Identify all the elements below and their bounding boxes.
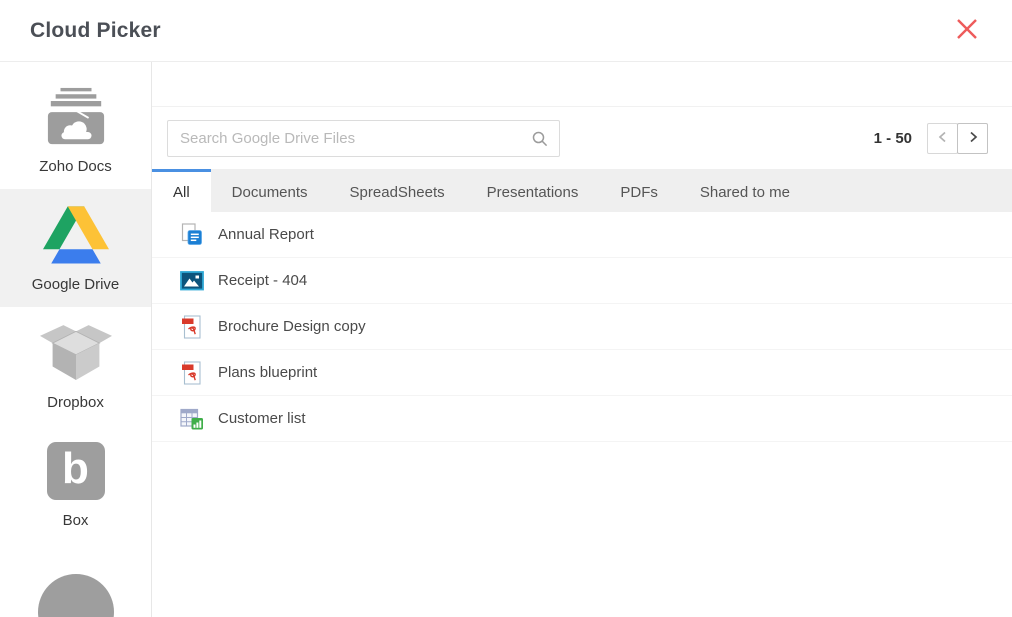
search-box — [167, 120, 560, 157]
sidebar-item-label: Dropbox — [47, 394, 104, 411]
dialog-body: Zoho Docs Google Drive — [0, 62, 1012, 617]
tab-documents[interactable]: Documents — [211, 169, 329, 212]
file-picker-main: 1 - 50 All — [152, 62, 1012, 617]
tab-shared-to-me[interactable]: Shared to me — [679, 169, 811, 212]
tab-presentations[interactable]: Presentations — [466, 169, 600, 212]
previous-page-button[interactable] — [927, 123, 958, 154]
magnifier-icon — [531, 130, 549, 153]
onedrive-cloud-circle-icon — [38, 570, 114, 617]
sidebar-item-box[interactable]: b Box — [0, 425, 151, 543]
tab-all[interactable]: All — [152, 169, 211, 212]
chevron-left-icon — [936, 130, 950, 147]
sidebar-item-onedrive[interactable] — [0, 543, 151, 617]
box-letter-b-icon: b — [47, 439, 105, 503]
pagination-range: 1 - 50 — [874, 130, 912, 147]
zoho-docs-folder-cloud-icon — [45, 85, 107, 149]
next-page-button[interactable] — [957, 123, 988, 154]
spreadsheet-icon — [180, 407, 204, 431]
file-name: Receipt - 404 — [218, 272, 307, 289]
tab-pdfs[interactable]: PDFs — [599, 169, 679, 212]
toolbar: 1 - 50 — [152, 107, 1012, 169]
search-input[interactable] — [167, 120, 560, 157]
cloud-services-sidebar: Zoho Docs Google Drive — [0, 62, 152, 617]
close-x-icon — [952, 14, 982, 47]
main-top-strip — [152, 62, 1012, 107]
sidebar-item-dropbox[interactable]: Dropbox — [0, 307, 151, 425]
sidebar-item-zoho-docs[interactable]: Zoho Docs — [0, 71, 151, 189]
close-button[interactable] — [950, 14, 984, 48]
file-row[interactable]: Brochure Design copy — [152, 304, 1012, 350]
google-drive-triangle-icon — [43, 203, 109, 267]
sidebar-item-label: Box — [63, 512, 89, 529]
tab-spreadsheets[interactable]: SpreadSheets — [329, 169, 466, 212]
dialog-header: Cloud Picker — [0, 0, 1012, 62]
sidebar-item-label: Zoho Docs — [39, 158, 112, 175]
sidebar-item-google-drive[interactable]: Google Drive — [0, 189, 151, 307]
file-name: Plans blueprint — [218, 364, 317, 381]
file-list: Annual Report Receipt - 404 — [152, 212, 1012, 442]
pdf-file-icon — [180, 315, 204, 339]
chevron-right-icon — [966, 130, 980, 147]
file-name: Annual Report — [218, 226, 314, 243]
file-name: Brochure Design copy — [218, 318, 366, 335]
google-doc-icon — [180, 223, 204, 247]
file-row[interactable]: Plans blueprint — [152, 350, 1012, 396]
file-row[interactable]: Receipt - 404 — [152, 258, 1012, 304]
file-row[interactable]: Customer list — [152, 396, 1012, 442]
sidebar-item-label: Google Drive — [32, 276, 120, 293]
file-name: Customer list — [218, 410, 306, 427]
file-type-tabs: All Documents SpreadSheets Presentations… — [152, 169, 1012, 212]
file-row[interactable]: Annual Report — [152, 212, 1012, 258]
dialog-title: Cloud Picker — [30, 19, 161, 43]
pdf-file-icon — [180, 361, 204, 385]
dropbox-open-box-icon — [40, 321, 112, 385]
pagination: 1 - 50 — [874, 123, 988, 154]
image-photo-icon — [180, 269, 204, 293]
